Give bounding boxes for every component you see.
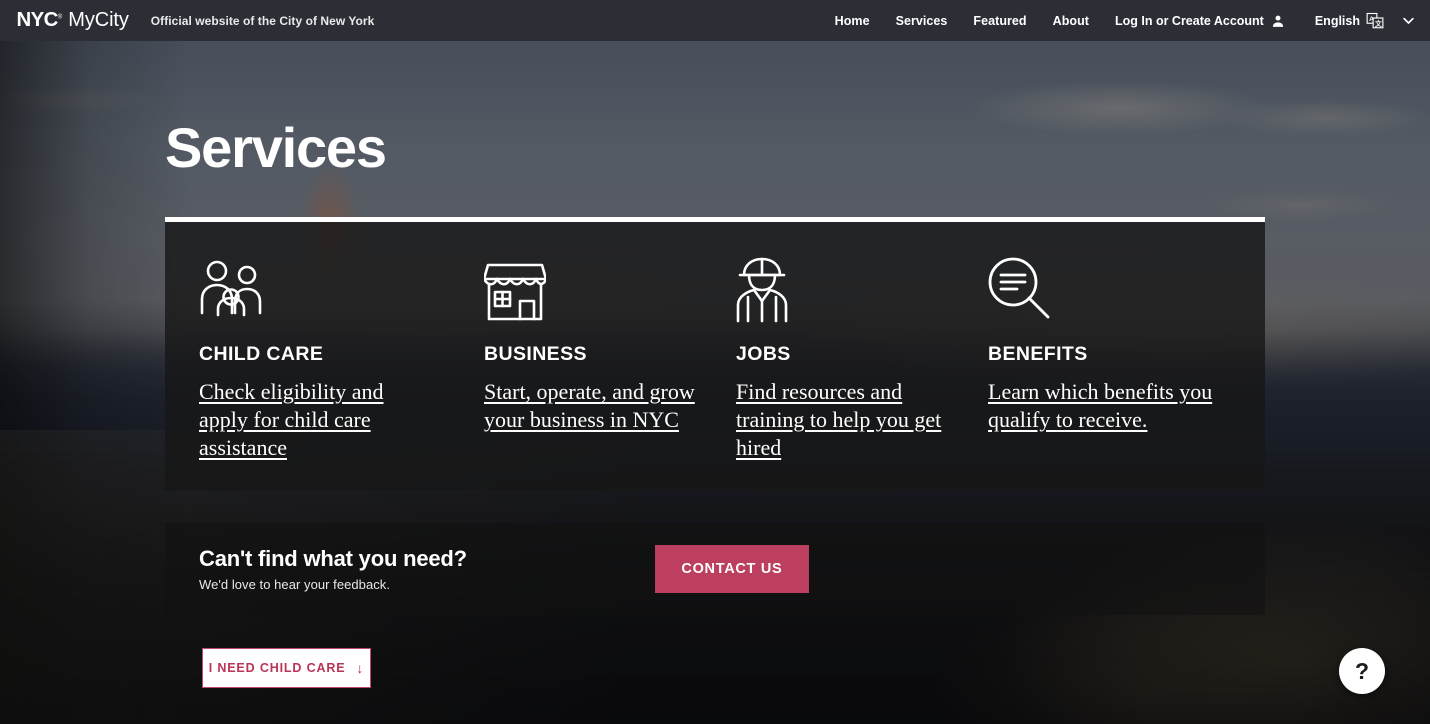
services-panel: CHILD CARE Check eligibility and apply f… (165, 217, 1265, 490)
cta-label: I NEED CHILD CARE (208, 661, 346, 675)
language-label: English (1314, 13, 1360, 28)
nav-item-home[interactable]: Home (835, 14, 870, 28)
service-title-business: BUSINESS (484, 343, 587, 365)
nyc-logo-mark: NYC® (16, 9, 63, 32)
service-title-jobs: JOBS (736, 343, 791, 365)
nyc-logo-trademark: ® (57, 14, 62, 21)
service-card-jobs[interactable]: JOBS Find resources and training to help… (736, 257, 991, 490)
top-navigation-bar: NYC® MyCity Official website of the City… (0, 0, 1430, 41)
brand-logo[interactable]: NYC® MyCity (17, 9, 129, 32)
contact-heading: Can't find what you need? (199, 546, 467, 571)
language-selector[interactable]: English A 文 (1315, 12, 1416, 30)
nav-item-services[interactable]: Services (896, 14, 948, 28)
service-link-child-care[interactable]: Check eligibility and apply for child ca… (199, 379, 384, 460)
contact-us-button[interactable]: CONTACT US (654, 545, 809, 593)
help-button[interactable]: ? (1339, 648, 1385, 694)
brand-name-mycity: MyCity (68, 9, 129, 31)
page-title: Services (165, 116, 387, 179)
contact-text-group: Can't find what you need? We'd love to h… (199, 546, 467, 592)
login-create-account-button[interactable]: Log In or Create Account (1115, 14, 1285, 28)
chevron-down-icon[interactable] (1401, 13, 1416, 28)
person-icon (1271, 14, 1285, 28)
service-title-benefits: BENEFITS (988, 343, 1088, 365)
svg-text:文: 文 (1374, 18, 1382, 27)
service-card-business[interactable]: BUSINESS Start, operate, and grow your b… (482, 257, 739, 490)
service-card-child-care[interactable]: CHILD CARE Check eligibility and apply f… (199, 257, 454, 490)
login-create-account-label: Log In or Create Account (1114, 13, 1264, 28)
hardhat-worker-icon (736, 257, 971, 327)
nav-item-featured[interactable]: Featured (973, 14, 1026, 28)
service-link-business[interactable]: Start, operate, and grow your business i… (484, 379, 695, 432)
i-need-child-care-button[interactable]: I NEED CHILD CARE ↓ (202, 648, 371, 688)
contact-panel: Can't find what you need? We'd love to h… (165, 523, 1265, 615)
family-icon (199, 257, 434, 327)
translate-icon: A 文 (1366, 12, 1384, 30)
nyc-logo-text: NYC (16, 9, 59, 31)
arrow-down-icon: ↓ (356, 660, 365, 676)
official-website-text: Official website of the City of New York (150, 13, 375, 28)
page-root: NYC® MyCity Official website of the City… (0, 0, 1430, 724)
contact-subtext: We'd love to hear your feedback. (199, 577, 391, 592)
nav-links-group: Home Services Featured About Log In or C… (835, 12, 1416, 30)
service-link-jobs[interactable]: Find resources and training to help you … (736, 379, 941, 460)
storefront-icon (482, 257, 719, 327)
service-link-benefits[interactable]: Learn which benefits you qualify to rece… (988, 379, 1212, 432)
service-card-benefits[interactable]: BENEFITS Learn which benefits you qualif… (988, 257, 1243, 490)
nav-item-about[interactable]: About (1053, 14, 1089, 28)
service-title-child-care: CHILD CARE (199, 343, 324, 365)
magnifier-list-icon (988, 257, 1223, 327)
